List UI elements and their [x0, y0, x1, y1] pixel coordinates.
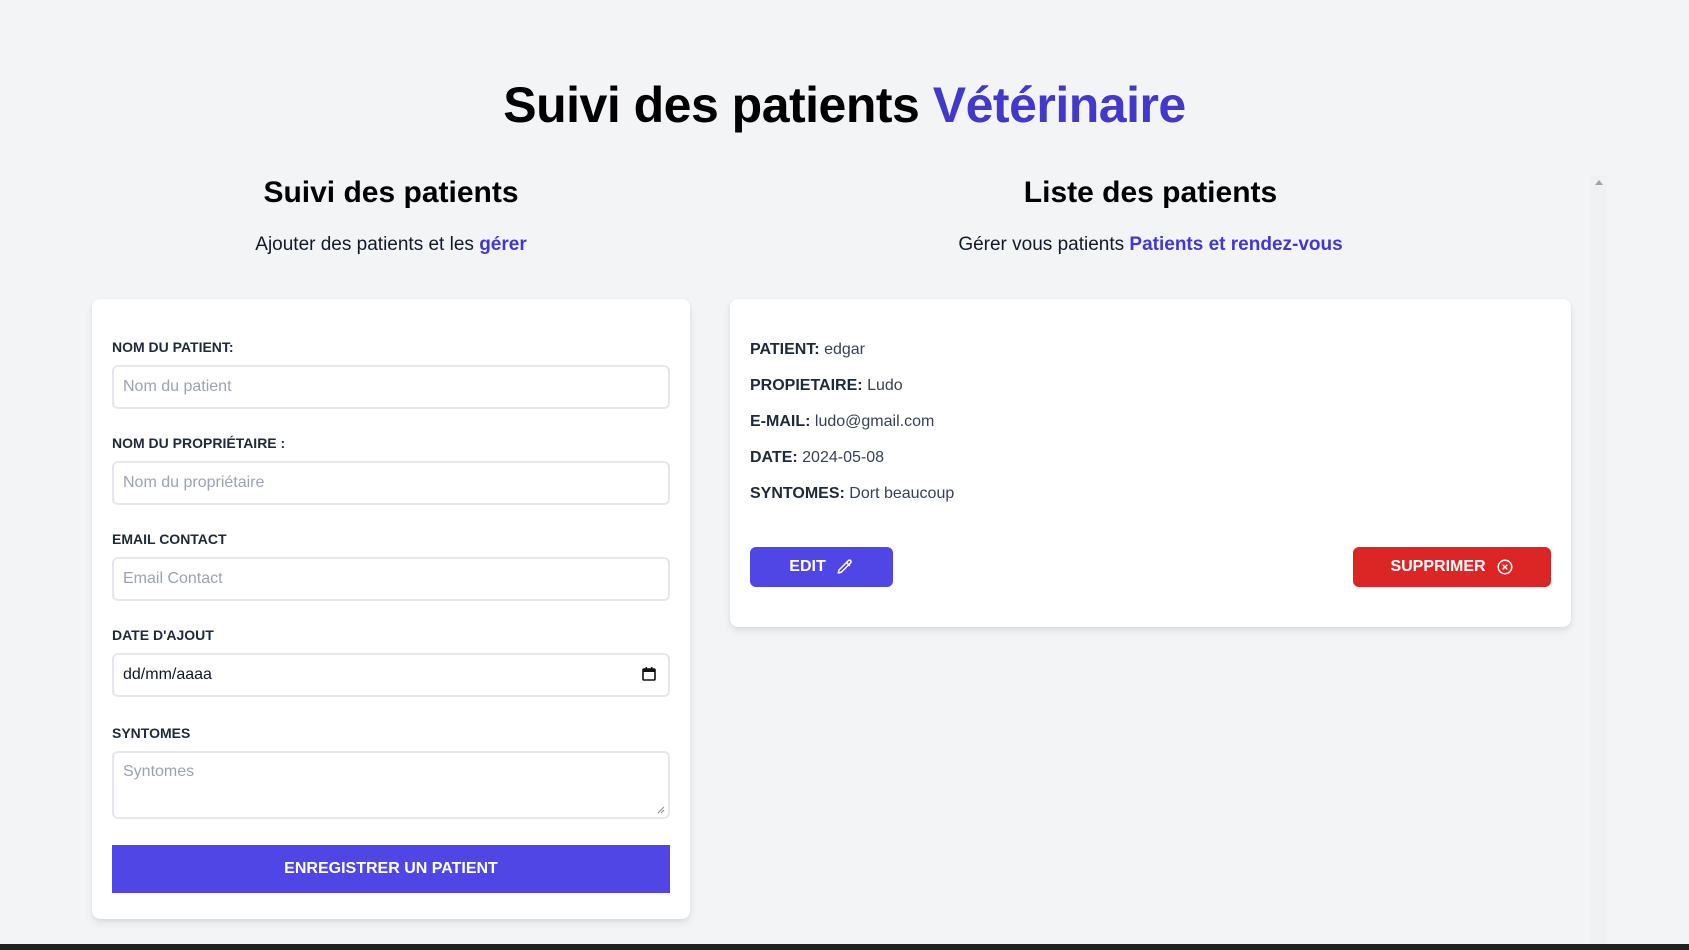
date-input[interactable]: dd/mm/aaaa: [112, 653, 670, 697]
form-section-subtitle: Ajouter des patients et les gérer: [92, 234, 690, 256]
page-title-accent: Vétérinaire: [932, 77, 1186, 133]
owner-name-input[interactable]: [112, 461, 670, 505]
scroll-up-arrow-icon[interactable]: [1595, 180, 1603, 185]
email-key: E-mail:: [750, 413, 811, 430]
email-input[interactable]: [112, 557, 670, 601]
delete-button[interactable]: Supprimer: [1353, 547, 1551, 587]
symptoms-label: Syntomes: [112, 725, 191, 741]
edit-button[interactable]: Edit: [750, 547, 893, 587]
symptoms-placeholder: Syntomes: [123, 763, 195, 780]
x-circle-icon: [1496, 558, 1514, 576]
edit-button-label: Edit: [789, 558, 826, 575]
patient-card: Patient: edgar Propietaire: Ludo E-mail:…: [730, 299, 1571, 627]
owner-name-label: Nom du propriétaire :: [112, 435, 286, 451]
owner-row: Propietaire: Ludo: [750, 377, 1551, 413]
date-value: dd/mm/aaaa: [123, 666, 212, 683]
patient-name-input[interactable]: [112, 365, 670, 409]
list-subtitle-link: Patients et rendez-vous: [1129, 234, 1343, 255]
owner-key: Propietaire:: [750, 377, 863, 394]
symptoms-row: Syntomes: Dort beaucoup: [750, 485, 1551, 521]
patient-actions: Edit Supprimer: [750, 547, 1551, 587]
form-section-title: Suivi des patients: [263, 176, 519, 209]
form-section-header: Suivi des patients Ajouter des patients …: [92, 176, 690, 256]
page-title: Suivi des patients Vétérinaire: [0, 76, 1689, 134]
form-subtitle-text: Ajouter des patients et les: [255, 234, 474, 255]
email-label: Email Contact: [112, 531, 227, 547]
form-subtitle-link: gérer: [479, 234, 527, 255]
symptoms-key: Syntomes:: [750, 485, 845, 502]
page-title-main: Suivi des patients: [503, 77, 920, 133]
symptoms-value: Dort beaucoup: [849, 485, 955, 502]
date-key: Date:: [750, 449, 798, 466]
delete-button-label: Supprimer: [1390, 558, 1486, 575]
date-label: Date d'ajout: [112, 627, 214, 643]
list-section-subtitle: Gérer vous patients Patients et rendez-v…: [730, 234, 1571, 256]
date-value-text: 2024-05-08: [802, 449, 884, 466]
date-row: Date: 2024-05-08: [750, 449, 1551, 485]
patient-name-label: Nom du patient:: [112, 339, 234, 355]
symptoms-textarea[interactable]: Syntomes: [112, 751, 670, 819]
patient-form: Nom du patient: Nom du propriétaire : Em…: [92, 299, 690, 919]
scrollbar[interactable]: [1591, 176, 1607, 950]
register-patient-button[interactable]: Enregistrer un patient: [112, 845, 670, 893]
patient-value: edgar: [824, 341, 865, 358]
list-section-header: Liste des patients Gérer vous patients P…: [730, 176, 1571, 256]
email-row: E-mail: ludo@gmail.com: [750, 413, 1551, 449]
bottom-edge-bar: [0, 944, 1689, 950]
patient-key: Patient:: [750, 341, 820, 358]
owner-value: Ludo: [867, 377, 903, 394]
patient-name-row: Patient: edgar: [750, 341, 1551, 377]
email-value: ludo@gmail.com: [814, 413, 935, 430]
resize-handle-icon[interactable]: [657, 806, 665, 814]
calendar-icon[interactable]: [641, 666, 659, 684]
list-subtitle-text: Gérer vous patients: [958, 234, 1125, 255]
pencil-icon: [836, 558, 854, 576]
list-section-title: Liste des patients: [1023, 176, 1278, 209]
